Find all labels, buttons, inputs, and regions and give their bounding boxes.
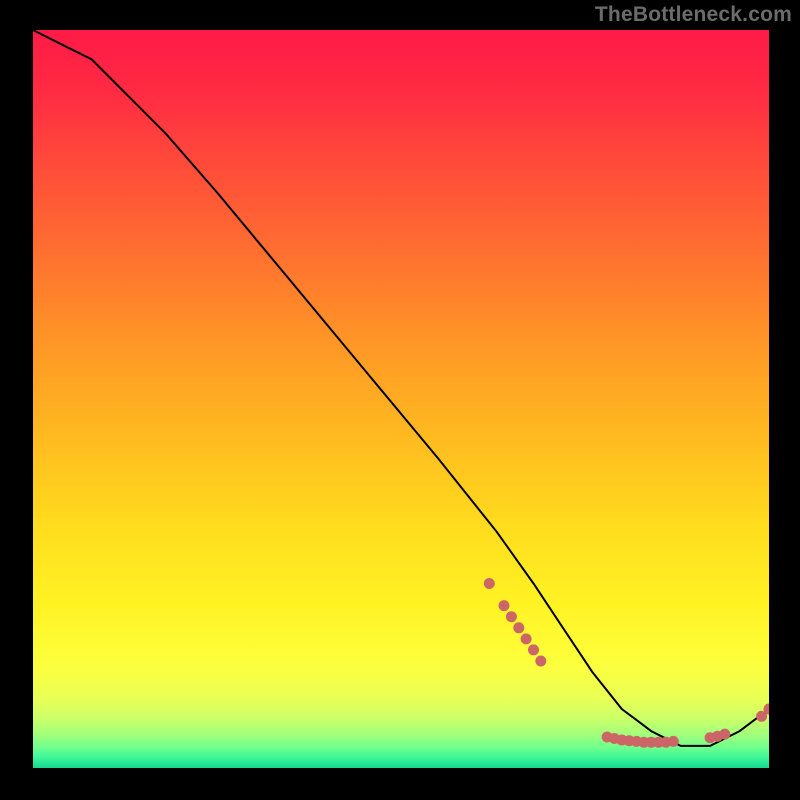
watermark-text: TheBottleneck.com (595, 3, 792, 27)
data-marker (499, 600, 510, 611)
data-marker (484, 578, 495, 589)
data-marker (668, 736, 679, 747)
data-marker (513, 622, 524, 633)
data-marker (719, 729, 730, 740)
data-marker (528, 644, 539, 655)
data-marker (521, 633, 532, 644)
bottleneck-curve (33, 30, 769, 746)
chart-root: TheBottleneck.com (0, 0, 800, 800)
plot-area (33, 30, 769, 768)
data-marker (535, 656, 546, 667)
line-layer (33, 30, 769, 768)
data-markers (484, 578, 769, 748)
data-marker (506, 611, 517, 622)
